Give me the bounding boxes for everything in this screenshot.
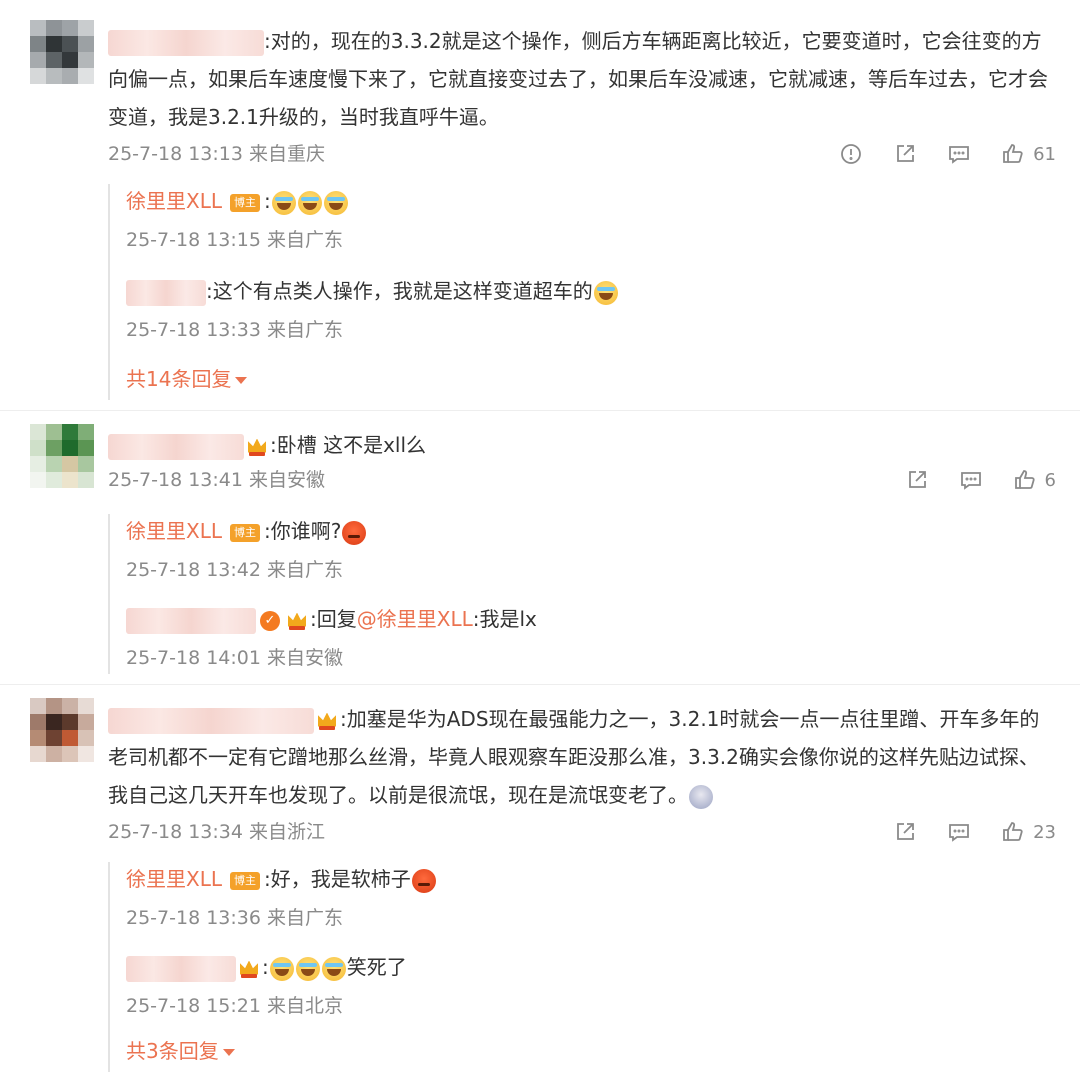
laugh-cry-emoji-icon xyxy=(295,956,320,981)
verified-icon: ✓ xyxy=(260,610,280,631)
comment-timestamp: 25-7-18 13:41 来自安徽 xyxy=(108,469,325,491)
comment-text: :加塞是华为ADS现在最强能力之一，3.2.1时就会一点一点往里蹭、开车多年的老… xyxy=(108,707,1040,809)
reply-item: : 笑死了 25-7-18 15:21 来自北京 xyxy=(126,950,1026,1020)
reply-timestamp: 25-7-18 13:33 来自广东 xyxy=(126,319,343,341)
comment-text: :卧槽 这不是xll么 xyxy=(108,426,1048,464)
comment-text: :对的，现在的3.3.2就是这个操作，侧后方车辆距离比较近，它要变道时，它会往变… xyxy=(108,29,1048,129)
reply-text: : xyxy=(262,955,269,979)
share-icon xyxy=(897,145,914,162)
reply-text: :这个有点类人操作，我就是这样变道超车的 xyxy=(206,279,593,303)
reply-timestamp: 25-7-18 14:01 来自安徽 xyxy=(126,647,343,669)
crown-icon xyxy=(286,611,308,631)
share-icon xyxy=(908,471,926,488)
like-count: 6 xyxy=(1044,469,1056,491)
like-icon xyxy=(1003,144,1023,163)
comment-timestamp: 25-7-18 13:34 来自浙江 xyxy=(108,821,325,843)
comment-actions: 23 xyxy=(893,818,1056,846)
angry-emoji-icon xyxy=(342,520,367,545)
laugh-cry-emoji-icon xyxy=(321,956,346,981)
reply-timestamp: 25-7-18 13:36 来自广东 xyxy=(126,907,343,929)
comment-button[interactable] xyxy=(947,820,971,844)
comment-timestamp: 25-7-18 13:13 来自重庆 xyxy=(108,143,325,165)
reply-timestamp: 25-7-18 15:21 来自北京 xyxy=(126,995,343,1017)
reply-text: :我是lx xyxy=(472,607,537,631)
reply-item: ✓ :回复@徐里里XLL:我是lx 25-7-18 14:01 来自安徽 xyxy=(126,602,1026,672)
share-icon xyxy=(897,823,914,840)
reply-text: :好，我是软柿子 xyxy=(264,867,411,891)
comment-icon xyxy=(949,824,969,842)
mention-link[interactable]: @徐里里XLL xyxy=(357,607,473,631)
username-blurred[interactable] xyxy=(126,607,256,634)
reply-author[interactable]: 徐里里XLL xyxy=(126,189,222,213)
author-badge: 博主 xyxy=(230,871,260,890)
comment-icon xyxy=(960,472,981,490)
more-replies-link[interactable]: 共14条回复 xyxy=(126,364,248,394)
username-blurred[interactable] xyxy=(108,433,244,460)
crown-icon xyxy=(316,711,338,731)
author-badge: 博主 xyxy=(230,523,260,542)
username-blurred[interactable] xyxy=(108,29,264,56)
username-blurred[interactable] xyxy=(126,955,236,982)
comment-icon xyxy=(949,146,969,164)
laugh-cry-emoji-icon xyxy=(269,956,294,981)
laugh-cry-emoji-icon xyxy=(323,190,348,215)
reply-list: 徐里里XLL 博主:你谁啊? 25-7-18 13:42 来自广东 ✓ :回复@徐里… xyxy=(108,514,1048,674)
more-replies-link[interactable]: 共3条回复 xyxy=(126,1036,235,1066)
reply-item: :这个有点类人操作，我就是这样变道超车的 25-7-18 13:33 来自广东 xyxy=(126,274,1026,344)
like-button[interactable]: 23 xyxy=(1001,820,1056,844)
reply-item: 徐里里XLL 博主:好，我是软柿子 25-7-18 13:36 来自广东 xyxy=(126,862,1026,932)
avatar[interactable] xyxy=(30,424,94,488)
laugh-cry-emoji-icon xyxy=(271,190,296,215)
comment-button[interactable] xyxy=(947,142,971,166)
reply-list: 徐里里XLL 博主:好，我是软柿子 25-7-18 13:36 来自广东 : 笑死了… xyxy=(108,862,1048,1072)
crown-icon xyxy=(238,959,260,979)
like-icon xyxy=(1003,822,1023,841)
share-button[interactable] xyxy=(893,820,917,844)
username-blurred[interactable] xyxy=(126,279,206,306)
like-button[interactable]: 6 xyxy=(1013,468,1056,492)
comment-actions: 6 xyxy=(905,466,1056,494)
reply-timestamp: 25-7-18 13:15 来自广东 xyxy=(126,229,343,251)
laugh-cry-emoji-icon xyxy=(593,280,618,305)
comment-actions: 61 xyxy=(839,140,1056,168)
like-button[interactable]: 61 xyxy=(1001,142,1056,166)
share-button[interactable] xyxy=(893,142,917,166)
reply-item: 徐里里XLL 博主: 25-7-18 13:15 来自广东 xyxy=(126,184,1026,254)
reply-text: :你谁啊? xyxy=(264,519,342,543)
reply-list: 徐里里XLL 博主: 25-7-18 13:15 来自广东 :这个有点类人操作，我… xyxy=(108,184,1048,400)
comment-button[interactable] xyxy=(959,468,983,492)
chevron-down-icon xyxy=(222,1049,235,1056)
reply-author[interactable]: 徐里里XLL xyxy=(126,519,222,543)
share-button[interactable] xyxy=(905,468,929,492)
crown-icon xyxy=(246,437,268,457)
avatar[interactable] xyxy=(30,698,94,762)
author-badge: 博主 xyxy=(230,193,260,212)
like-count: 61 xyxy=(1033,143,1056,165)
reply-author[interactable]: 徐里里XLL xyxy=(126,867,222,891)
report-icon xyxy=(841,144,861,164)
avatar[interactable] xyxy=(30,20,94,84)
report-button[interactable] xyxy=(839,142,863,166)
reply-text-suffix: 笑死了 xyxy=(346,955,407,979)
reply-timestamp: 25-7-18 13:42 来自广东 xyxy=(126,559,343,581)
like-icon xyxy=(1014,470,1035,489)
divider xyxy=(0,410,1080,411)
angry-emoji-icon xyxy=(411,868,436,893)
chevron-down-icon xyxy=(235,377,248,384)
cry-emoji-icon xyxy=(689,784,713,809)
laugh-cry-emoji-icon xyxy=(297,190,322,215)
username-blurred[interactable] xyxy=(108,707,314,734)
divider xyxy=(0,684,1080,685)
reply-prefix: :回复 xyxy=(310,607,357,631)
reply-text: : xyxy=(264,189,271,213)
reply-item: 徐里里XLL 博主:你谁啊? 25-7-18 13:42 来自广东 xyxy=(126,514,1026,584)
like-count: 23 xyxy=(1033,821,1056,843)
